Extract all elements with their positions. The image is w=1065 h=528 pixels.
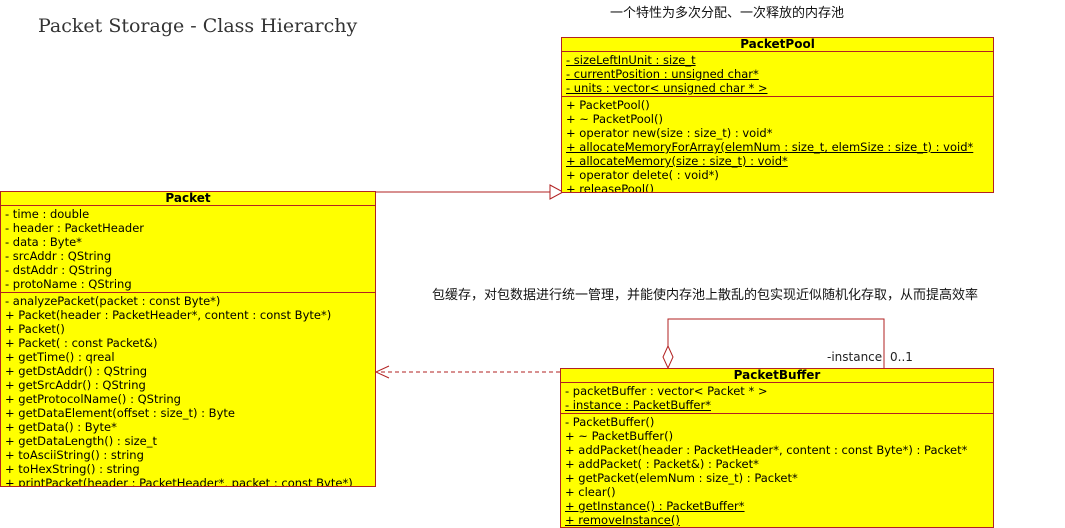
operation-row: + getTime() : qreal (5, 350, 115, 364)
attributes-compartment: - time : double - header : PacketHeader - … (1, 206, 375, 293)
attribute-row: - units : vector< unsigned char * > (566, 81, 768, 95)
operation-row: + allocateMemoryForArray(elemNum : size_… (566, 140, 974, 154)
attribute-row: - header : PacketHeader (5, 221, 144, 235)
self-assoc-role: -instance (827, 350, 883, 364)
aggregation-diamond (662, 344, 674, 370)
attribute-row: - instance : PacketBuffer* (565, 398, 711, 412)
operation-row: + PacketPool() (566, 98, 650, 112)
operation-row: + getDstAddr() : QString (5, 364, 148, 378)
attribute-row: - data : Byte* (5, 235, 82, 249)
operation-row: + Packet() (5, 322, 65, 336)
attribute-row: - protoName : QString (5, 277, 132, 291)
operation-row: + getData() : Byte* (5, 420, 117, 434)
operation-row: + printPacket(header : PacketHeader*, pa… (5, 476, 353, 487)
class-name: PacketBuffer (561, 369, 993, 383)
operation-row: + operator new(size : size_t) : void* (566, 126, 773, 140)
operation-row: + toHexString() : string (5, 462, 140, 476)
operation-row: + getSrcAddr() : QString (5, 378, 146, 392)
operation-row: + getProtocolName() : QString (5, 392, 181, 406)
operations-compartment: - PacketBuffer() + ~ PacketBuffer() + addP… (561, 414, 993, 527)
operation-row: + getDataElement(offset : size_t) : Byte (5, 406, 235, 420)
operation-row: + addPacket( : Packet&) : Packet* (565, 457, 759, 471)
operation-row: - analyzePacket(packet : const Byte*) (5, 294, 221, 308)
operation-row: + clear() (565, 485, 616, 499)
operation-row: + releasePool() (566, 182, 654, 193)
attributes-compartment: - packetBuffer : vector< Packet * > - ins… (561, 383, 993, 414)
attribute-row: - time : double (5, 207, 90, 221)
operation-row: + getInstance() : PacketBuffer* (565, 499, 745, 513)
attribute-row: - packetBuffer : vector< Packet * > (565, 384, 768, 398)
attribute-row: - sizeLeftInUnit : size_t (566, 53, 696, 67)
operation-row: + Packet(header : PacketHeader*, content… (5, 308, 332, 322)
operation-row: + operator delete( : void*) (566, 168, 719, 182)
packet-class[interactable]: Packet - time : double - header : PacketH… (0, 191, 376, 487)
attribute-row: - srcAddr : QString (5, 249, 112, 263)
operation-row: + allocateMemory(size : size_t) : void* (566, 154, 788, 168)
self-assoc-multiplicity: 0..1 (890, 350, 913, 364)
attribute-row: - dstAddr : QString (5, 263, 113, 277)
packet-buffer-class[interactable]: PacketBuffer - packetBuffer : vector< Pa… (560, 368, 994, 528)
operation-row: + Packet( : const Packet&) (5, 336, 158, 350)
operation-row: + removeInstance() (565, 513, 680, 527)
operation-row: + getDataLength() : size_t (5, 434, 158, 448)
operation-row: + ~ PacketBuffer() (565, 429, 674, 443)
attributes-compartment: - sizeLeftInUnit : size_t - currentPositi… (562, 52, 993, 97)
operations-compartment: - analyzePacket(packet : const Byte*) + P… (1, 293, 375, 487)
class-name: PacketPool (562, 38, 993, 52)
operation-row: + addPacket(header : PacketHeader*, cont… (565, 443, 968, 457)
operation-row: - PacketBuffer() (565, 415, 655, 429)
class-name: Packet (1, 192, 375, 206)
operation-row: + toAsciiString() : string (5, 448, 144, 462)
operation-row: + getPacket(elemNum : size_t) : Packet* (565, 471, 798, 485)
operations-compartment: + PacketPool() + ~ PacketPool() + operator… (562, 97, 993, 193)
operation-row: + ~ PacketPool() (566, 112, 663, 126)
attribute-row: - currentPosition : unsigned char* (566, 67, 759, 81)
packet-pool-class[interactable]: PacketPool - sizeLeftInUnit : size_t - cu… (561, 37, 994, 193)
